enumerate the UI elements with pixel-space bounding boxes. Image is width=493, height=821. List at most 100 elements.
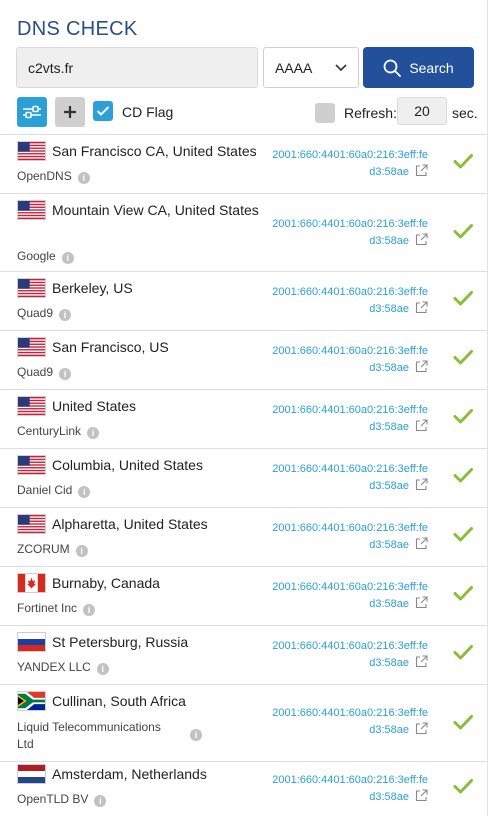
flag-us-icon [17, 278, 46, 298]
status-ok-icon [453, 349, 473, 365]
external-link-icon [415, 596, 428, 609]
resolved-ip-link[interactable]: 2001:660:4401:60a0:216:3eff:fe d3:58ae [263, 461, 428, 495]
ip-line-1: 2001:660:4401:60a0:216:3eff:fe [272, 707, 428, 719]
provider-label: CenturyLink i [17, 424, 100, 439]
resolved-ip-link[interactable]: 2001:660:4401:60a0:216:3eff:fe d3:58ae [263, 216, 428, 250]
info-icon[interactable]: i [59, 309, 72, 321]
external-link-icon [415, 789, 428, 802]
info-icon[interactable]: i [77, 172, 90, 184]
record-type-select[interactable]: AAAA [263, 47, 359, 88]
ip-line-2: d3:58ae [369, 724, 409, 736]
location-label: Mountain View CA, United States [17, 198, 262, 222]
flag-za-icon [17, 691, 46, 711]
sliders-icon [23, 105, 41, 119]
settings-sliders-button[interactable] [17, 97, 47, 127]
ip-line-2: d3:58ae [369, 166, 409, 178]
resolved-ip-link[interactable]: 2001:660:4401:60a0:216:3eff:fe d3:58ae [263, 705, 428, 739]
location-label: Alpharetta, United States [17, 512, 262, 536]
location-label: Burnaby, Canada [17, 571, 262, 595]
location-label: United States [17, 394, 262, 418]
info-icon[interactable]: i [96, 663, 109, 675]
location-label: Berkeley, US [17, 276, 262, 300]
info-icon[interactable]: i [59, 368, 72, 380]
resolved-ip-link[interactable]: 2001:660:4401:60a0:216:3eff:fe d3:58ae [263, 772, 428, 806]
refresh-interval-input[interactable] [397, 97, 447, 125]
refresh-label: Refresh: [344, 105, 397, 121]
resolved-ip-link[interactable]: 2001:660:4401:60a0:216:3eff:fe d3:58ae [263, 402, 428, 436]
refresh-checkbox[interactable] [315, 103, 335, 123]
status-ok-icon [453, 290, 473, 306]
info-icon[interactable]: i [83, 604, 96, 616]
result-row: St Petersburg, Russia YANDEX LLC i 2001:660… [0, 625, 487, 684]
search-button[interactable]: Search [363, 47, 474, 88]
location-name: Berkeley, US [52, 280, 133, 296]
ip-line-1: 2001:660:4401:60a0:216:3eff:fe [272, 404, 428, 416]
provider-name: OpenTLD BV [17, 792, 89, 806]
info-icon[interactable]: i [190, 729, 202, 741]
resolved-ip-link[interactable]: 2001:660:4401:60a0:216:3eff:fe d3:58ae [263, 147, 428, 181]
plus-icon [64, 106, 76, 118]
provider-name: OpenDNS [17, 169, 72, 183]
provider-name: YANDEX LLC [17, 660, 91, 674]
provider-label: OpenTLD BV i [17, 792, 107, 807]
record-type-value: AAAA [275, 59, 313, 76]
location-label: Amsterdam, Netherlands [17, 762, 262, 786]
ip-line-2: d3:58ae [369, 657, 409, 669]
resolved-ip-link[interactable]: 2001:660:4401:60a0:216:3eff:fe d3:58ae [263, 638, 428, 672]
ip-line-1: 2001:660:4401:60a0:216:3eff:fe [272, 345, 428, 357]
location-name: St Petersburg, Russia [52, 634, 189, 650]
info-icon[interactable]: i [61, 252, 74, 264]
flag-nl-icon [17, 764, 46, 784]
ip-line-2: d3:58ae [369, 362, 409, 374]
location-name: Columbia, United States [52, 457, 203, 473]
info-icon[interactable]: i [78, 486, 91, 498]
provider-label: Quad9 i [17, 306, 72, 321]
resolved-ip-link[interactable]: 2001:660:4401:60a0:216:3eff:fe d3:58ae [263, 343, 428, 377]
resolved-ip-link[interactable]: 2001:660:4401:60a0:216:3eff:fe d3:58ae [263, 520, 428, 554]
result-row: Burnaby, Canada Fortinet Inc i 2001:660:440… [0, 566, 487, 625]
location-name: Amsterdam, Netherlands [52, 766, 207, 782]
ip-line-1: 2001:660:4401:60a0:216:3eff:fe [272, 581, 428, 593]
ip-line-2: d3:58ae [369, 480, 409, 492]
flag-us-icon [17, 337, 46, 357]
external-link-icon [415, 655, 428, 668]
provider-label: YANDEX LLC i [17, 660, 109, 675]
provider-label: Quad9 i [17, 365, 72, 380]
results-list: San Francisco CA, United States OpenDNS i 2… [0, 134, 487, 821]
location-name: San Francisco CA, United States [52, 143, 257, 159]
flag-us-icon [17, 514, 46, 534]
dns-check-panel: DNS CHECK AAAA Search CD Flag Refresh: s… [0, 0, 488, 816]
provider-label: Google i [17, 249, 74, 264]
external-link-icon [415, 478, 428, 491]
ip-line-1: 2001:660:4401:60a0:216:3eff:fe [272, 218, 428, 230]
resolved-ip-link[interactable]: 2001:660:4401:60a0:216:3eff:fe d3:58ae [263, 579, 428, 613]
result-row: United States CenturyLink i 2001:660:4401:6… [0, 389, 487, 448]
location-name: Burnaby, Canada [52, 575, 160, 591]
status-ok-icon [453, 585, 473, 601]
ip-line-2: d3:58ae [369, 791, 409, 803]
provider-name: Liquid Telecommunications Ltd [17, 720, 161, 751]
info-icon[interactable]: i [75, 545, 88, 557]
external-link-icon [415, 722, 428, 735]
flag-us-icon [17, 141, 46, 161]
flag-us-icon [17, 396, 46, 416]
location-name: San Francisco, US [52, 339, 169, 355]
status-ok-icon [453, 153, 473, 169]
page-title: DNS CHECK [17, 18, 138, 40]
result-row: Berkeley, US Quad9 i 2001:660:4401:60a0:216… [0, 271, 487, 330]
provider-name: Fortinet Inc [17, 601, 78, 615]
info-icon[interactable]: i [94, 795, 107, 807]
provider-name: Quad9 [17, 365, 54, 379]
add-server-button[interactable] [55, 97, 85, 127]
info-icon[interactable]: i [87, 427, 100, 439]
cd-flag-checkbox[interactable] [93, 101, 113, 121]
ip-line-2: d3:58ae [369, 539, 409, 551]
domain-input[interactable] [16, 47, 258, 88]
location-label: Cullinan, South Africa [17, 689, 262, 713]
external-link-icon [415, 164, 428, 177]
provider-name: ZCORUM [17, 542, 70, 556]
resolved-ip-link[interactable]: 2001:660:4401:60a0:216:3eff:fe d3:58ae [263, 284, 428, 318]
result-row: Mountain View CA, United States Google i 20… [0, 193, 487, 271]
provider-name: CenturyLink [17, 424, 82, 438]
ip-line-1: 2001:660:4401:60a0:216:3eff:fe [272, 149, 428, 161]
